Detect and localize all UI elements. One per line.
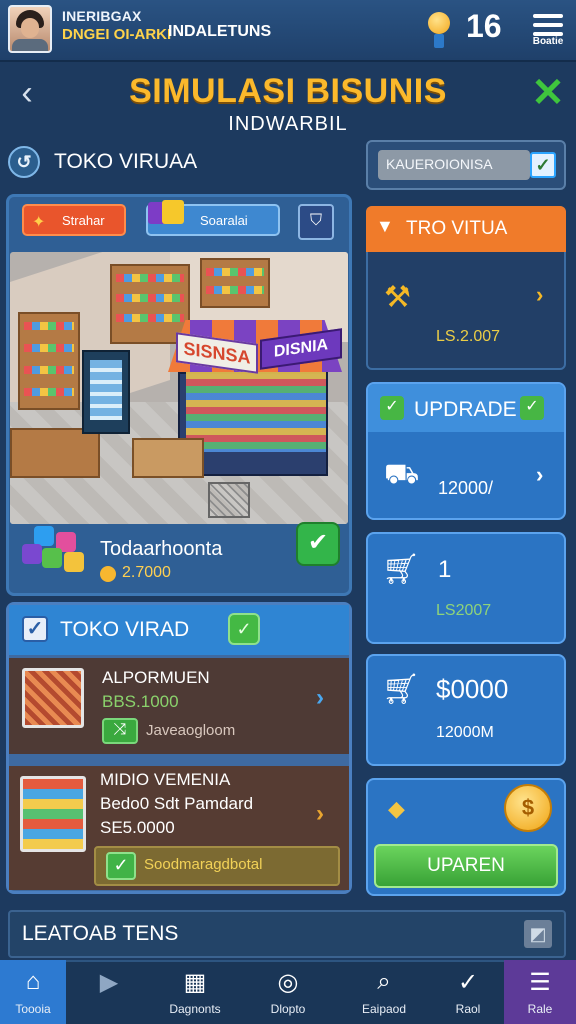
hamburger-icon: ☰ [529,969,551,996]
check-badge-icon[interactable]: ✓ [228,613,260,645]
strategy-tag-label: Strahar [62,213,105,228]
page-title: SIMULASI BISUNIS [129,72,447,110]
player-name: INERIBGAX [62,8,142,24]
nav-label: Raol [455,1002,481,1016]
item-note: Javeaogloom [146,722,236,739]
play-icon: ▶ [99,969,119,996]
diamond-icon: ◆ [388,796,405,821]
menu-label: Boatie [532,36,564,47]
check-icon: ✓ [520,396,544,420]
upgrade-panel-value: 12000/ [438,478,494,498]
check-icon: ✓ [106,852,136,880]
item-price: SE5.0000 [100,818,175,837]
close-icon[interactable]: ✕ [528,73,568,114]
swap-icon[interactable]: ⤨ [102,718,138,744]
hammer-icon: ⚒ [384,281,411,314]
cubes-icon [18,526,88,578]
nav-tab-home[interactable]: ⌂ Toooia [0,960,66,1024]
nav-tab-map[interactable]: ◎ Dlopto [240,960,336,1024]
shield-icon[interactable]: ⛉ [298,204,334,240]
player-subtitle: INDALETUNS [168,23,272,40]
checkmark-icon[interactable]: ✔ [296,522,340,566]
money-subvalue: 12000M [436,724,494,741]
item-description: Bedo0 Sdt Pamdard [100,794,254,813]
shopping-cart-icon: 🛒︎ [382,673,421,706]
item-price: BBS.1000 [102,692,179,711]
home-icon: ⌂ [25,968,41,995]
nav-tab-more[interactable]: ☰ Rale [504,960,576,1024]
store-label: Todaarhoonta [100,538,223,560]
check-icon: ✓ [380,396,404,420]
check-circle-icon: ✓ [457,969,479,996]
pulse-icon: ✦ [32,214,46,231]
store-name: TOKO VIRUAA [54,150,198,173]
nav-tab-goals[interactable]: ✓ Raol [432,960,504,1024]
store-panel-value: LS.2.007 [436,328,501,345]
nav-tab-play[interactable]: ▶ [66,960,152,1024]
back-chevron-icon[interactable]: ‹ [14,76,40,112]
nav-label: Toooia [15,1002,51,1016]
player-title: DNGEI OI-ARKI [62,26,172,43]
nav-tab-stats[interactable]: ⌕ Eaipaod [336,960,432,1024]
delivery-cart-icon: ⛟ [384,458,420,489]
item-status-label: Soodmaragdbotal [144,856,263,873]
item-title: MIDIO VEMENIA [100,770,231,789]
chevron-right-icon[interactable]: › [316,684,324,712]
product-shelf-icon [20,776,86,852]
strategy-tag[interactable]: ✦ Strahar [22,204,126,236]
store-icon: ▦ [183,969,207,996]
store-scene-image [10,252,348,524]
nav-label: Dagnonts [169,1002,221,1016]
chevron-right-icon[interactable]: › [316,800,324,828]
chevron-right-icon[interactable]: › [536,282,543,308]
confirm-checkbox[interactable]: ✓ [530,152,556,178]
social-tag[interactable]: Soaralai [146,200,280,236]
money-value: $0000 [436,674,509,704]
dropdown-arrow-icon: ▼ [376,216,394,236]
shopping-cart-icon [22,668,84,728]
trophy-coin-icon [428,12,450,48]
item-title: ALPORMUEN [102,668,210,687]
quantity-subvalue: LS2007 [436,602,492,619]
nav-label: Rale [527,1002,553,1016]
coin-icon [100,566,116,582]
money-panel[interactable] [366,654,566,766]
product-list-title: TOKO VIRAD [60,618,190,641]
search-icon: ⌕ [377,968,391,995]
quantity-value: 1 [438,556,452,583]
nav-tab-shop[interactable]: ▦ Dagnonts [152,960,238,1024]
hamburger-icon [533,14,563,18]
nav-label: Eaipaod [361,1002,407,1016]
expand-icon[interactable]: ◩ [524,920,552,948]
store-panel-title: TRO VITUA [406,218,508,239]
coin-icon: $ [504,784,552,832]
upgrade-button[interactable]: UPAREN [374,844,558,888]
player-avatar[interactable] [8,5,52,53]
store-value: 2.7000 [122,564,171,581]
menu-button[interactable] [528,10,568,56]
leaderboard-label: LEATOAB TENS [22,922,179,945]
social-tag-label: Soaralai [200,213,248,228]
nav-label: Dlopto [270,1002,306,1016]
chevron-right-icon[interactable]: › [536,462,543,488]
checkbox-icon[interactable]: ✓ [22,616,48,642]
search-input[interactable]: KAUEROIONISA [378,150,530,180]
shopping-cart-icon: 🛒︎ [382,553,421,586]
level-value: 16 [466,8,502,44]
quantity-panel[interactable] [366,532,566,644]
upgrade-panel-title: UPDRADE [414,398,517,421]
location-pin-icon: ◎ [277,969,299,996]
page-subtitle: INDWARBIL [228,113,348,135]
refresh-icon[interactable]: ↺ [8,146,40,178]
